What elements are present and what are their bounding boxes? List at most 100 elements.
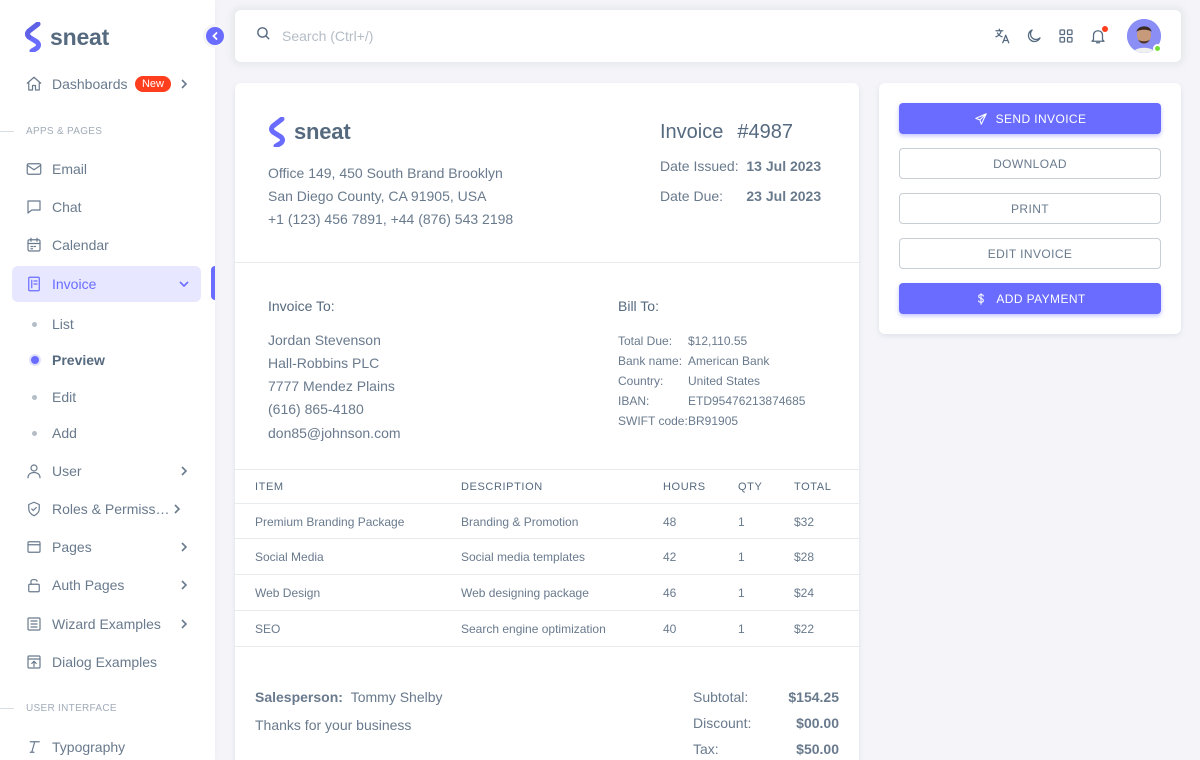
invoice-icon xyxy=(24,274,44,294)
wizard-icon xyxy=(24,614,44,634)
bill-row-country: Country: United States xyxy=(618,374,761,388)
salesperson: Salesperson: Tommy Shelby xyxy=(255,689,443,705)
sidebar-item-calendar[interactable]: Calendar xyxy=(12,227,201,263)
invoice-actions-card: SEND INVOICE DOWNLOAD PRINT EDIT INVOICE… xyxy=(879,83,1181,334)
menu-header-apps: APPS & PAGES xyxy=(0,124,215,138)
col-header-total: TOTAL xyxy=(794,481,832,493)
online-status-dot xyxy=(1153,44,1162,53)
sidebar: sneat Dashboards New APPS & PAGES Email … xyxy=(0,0,227,760)
bill-row-swift: SWIFT code: BR91905 xyxy=(618,414,739,428)
sidebar-item-wizard[interactable]: Wizard Examples xyxy=(12,606,201,642)
col-header-hours: HOURS xyxy=(663,481,706,493)
sidebar-item-label: Chat xyxy=(52,199,82,215)
client-name: Jordan Stevenson xyxy=(268,332,381,348)
chevron-down-icon xyxy=(177,277,191,291)
tax-value: $50.00 xyxy=(796,741,839,757)
menu-header-ui: USER INTERFACE xyxy=(0,701,215,715)
edit-invoice-button[interactable]: EDIT INVOICE xyxy=(899,238,1161,269)
col-header-item: ITEM xyxy=(255,481,284,493)
subtotal-label: Subtotal: xyxy=(693,689,749,705)
table-header-border xyxy=(235,503,859,504)
bill-to-title: Bill To: xyxy=(618,298,659,314)
typography-icon xyxy=(24,737,44,757)
client-phone: (616) 865-4180 xyxy=(268,401,364,417)
sneat-logo-icon xyxy=(269,117,285,147)
send-invoice-button[interactable]: SEND INVOICE xyxy=(899,103,1161,134)
search-input[interactable] xyxy=(282,28,682,44)
col-header-description: DESCRIPTION xyxy=(461,481,543,493)
chevron-right-icon xyxy=(177,540,191,554)
mail-icon xyxy=(24,159,44,179)
search-icon[interactable] xyxy=(255,25,272,47)
sidebar-item-invoice[interactable]: Invoice xyxy=(12,266,201,302)
company-address-line: San Diego County, CA 91905, USA xyxy=(268,188,487,204)
top-navbar xyxy=(235,10,1181,62)
sidebar-item-typography[interactable]: Typography xyxy=(12,729,201,760)
sidebar-item-user[interactable]: User xyxy=(12,453,201,489)
sidebar-item-label: Typography xyxy=(52,739,126,755)
client-address: 7777 Mendez Plains xyxy=(268,378,395,394)
discount-label: Discount: xyxy=(693,715,752,731)
sidebar-item-dialog[interactable]: Dialog Examples xyxy=(12,644,201,680)
calendar-icon xyxy=(24,235,44,255)
download-button[interactable]: DOWNLOAD xyxy=(899,148,1161,179)
company-address-line: Office 149, 450 South Brand Brooklyn xyxy=(268,165,503,181)
sidebar-item-label: Wizard Examples xyxy=(52,616,161,632)
date-issued: Date Issued: 13 Jul 2023 xyxy=(660,158,822,174)
sidebar-item-label: User xyxy=(52,463,82,479)
col-header-qty: QTY xyxy=(738,481,763,493)
sidebar-collapse-button[interactable] xyxy=(203,24,227,48)
new-badge: New xyxy=(134,76,171,92)
discount-value: $00.00 xyxy=(796,715,839,731)
dialog-icon xyxy=(24,652,44,672)
brand-name: sneat xyxy=(50,23,110,50)
invoice-to-title: Invoice To: xyxy=(268,298,335,314)
sidebar-subitem-add[interactable]: Add xyxy=(12,417,201,449)
active-indicator xyxy=(211,266,215,300)
sidebar-item-roles[interactable]: Roles & Permissions xyxy=(12,491,201,527)
brand[interactable]: sneat xyxy=(24,22,109,52)
chevron-right-icon xyxy=(177,578,191,592)
client-company: Hall-Robbins PLC xyxy=(268,355,380,371)
user-icon xyxy=(24,461,44,481)
table-top-border xyxy=(235,469,859,470)
date-due: Date Due: 23 Jul 2023 xyxy=(660,188,822,204)
translate-icon[interactable] xyxy=(993,27,1011,45)
invoice-brand: sneat xyxy=(268,117,351,147)
bell-icon[interactable] xyxy=(1089,26,1108,45)
bill-row-bank: Bank name: American Bank xyxy=(618,354,770,368)
dollar-icon xyxy=(974,292,988,306)
notification-dot xyxy=(1102,26,1108,32)
shield-icon xyxy=(24,499,44,519)
send-icon xyxy=(974,112,988,126)
sidebar-subitem-list[interactable]: List xyxy=(12,308,201,340)
sidebar-item-label: Dialog Examples xyxy=(52,654,158,670)
sidebar-item-email[interactable]: Email xyxy=(12,151,201,187)
grid-icon[interactable] xyxy=(1057,27,1075,45)
moon-icon[interactable] xyxy=(1025,27,1043,45)
sidebar-item-label: Pages xyxy=(52,539,92,555)
home-icon xyxy=(24,74,44,94)
divider xyxy=(235,262,859,263)
sidebar-subitem-preview[interactable]: Preview xyxy=(12,344,201,376)
sidebar-item-auth-pages[interactable]: Auth Pages xyxy=(12,567,201,603)
add-payment-button[interactable]: ADD PAYMENT xyxy=(899,283,1161,314)
tax-label: Tax: xyxy=(693,741,719,757)
company-phone-line: +1 (123) 456 7891, +44 (876) 543 2198 xyxy=(268,211,514,227)
print-button[interactable]: PRINT xyxy=(899,193,1161,224)
thanks-note: Thanks for your business xyxy=(255,717,412,733)
sidebar-item-label: Roles & Permissions xyxy=(52,501,170,517)
bill-row-total-due: Total Due: $12,110.55 xyxy=(618,334,748,348)
invoice-number: #4987 xyxy=(737,121,793,143)
invoice-brand-name: sneat xyxy=(294,119,351,144)
sidebar-item-chat[interactable]: Chat xyxy=(12,189,201,225)
lock-icon xyxy=(24,575,44,595)
sidebar-item-dashboards[interactable]: Dashboards New xyxy=(12,66,201,102)
sidebar-item-label: Dashboards xyxy=(52,76,128,92)
sidebar-item-label: Calendar xyxy=(52,237,109,253)
sidebar-subitem-edit[interactable]: Edit xyxy=(12,381,201,413)
chevron-right-icon xyxy=(177,464,191,478)
sidebar-item-pages[interactable]: Pages xyxy=(12,529,201,565)
sidebar-item-label: Email xyxy=(52,161,88,177)
avatar[interactable] xyxy=(1127,19,1162,53)
